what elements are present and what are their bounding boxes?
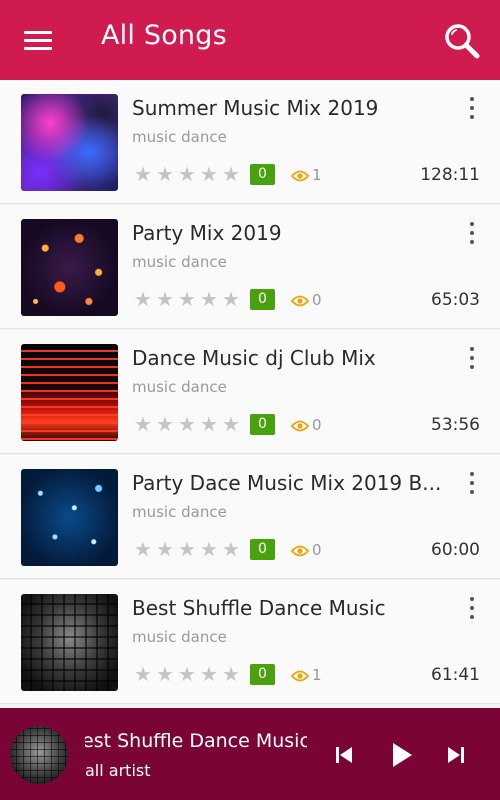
more-vertical-icon[interactable] [462,96,482,122]
mini-player[interactable]: Best Shuffle Dance Music all artist [0,708,500,800]
star-icon[interactable]: ★ [221,289,241,309]
rating-badge: 0 [250,164,275,185]
star-icon[interactable]: ★ [155,539,175,559]
star-icon[interactable]: ★ [221,164,241,184]
song-title: Summer Music Mix 2019 [132,96,379,120]
song-duration: 128:11 [420,165,480,185]
menu-icon[interactable] [24,28,54,52]
star-icon[interactable]: ★ [221,664,241,684]
star-icon[interactable]: ★ [155,414,175,434]
song-thumbnail [21,469,118,566]
song-duration: 61:41 [431,665,480,685]
star-icon[interactable]: ★ [199,539,219,559]
song-subtitle: music dance [132,253,227,271]
eye-icon [291,170,309,182]
eye-icon [291,670,309,682]
star-icon[interactable]: ★ [133,414,153,434]
song-subtitle: music dance [132,503,227,521]
skip-next-icon[interactable] [446,745,466,765]
song-thumbnail [21,219,118,316]
more-vertical-icon[interactable] [462,346,482,372]
view-count: 1 [312,166,322,184]
star-icon[interactable]: ★ [199,664,219,684]
eye-icon [291,295,309,307]
star-icon[interactable]: ★ [177,289,197,309]
song-duration: 60:00 [431,540,480,560]
view-count: 1 [312,666,322,684]
star-icon[interactable]: ★ [177,164,197,184]
star-rating[interactable]: ★ ★ ★ ★ ★ [133,664,241,684]
song-card[interactable]: Best Shuffle Dance Music music dance ★ ★… [0,580,500,704]
rating-badge: 0 [250,539,275,560]
song-duration: 65:03 [431,290,480,310]
star-rating[interactable]: ★ ★ ★ ★ ★ [133,164,241,184]
song-subtitle: music dance [132,128,227,146]
view-count: 0 [312,541,322,559]
more-vertical-icon[interactable] [462,471,482,497]
star-icon[interactable]: ★ [155,164,175,184]
star-rating[interactable]: ★ ★ ★ ★ ★ [133,289,241,309]
star-icon[interactable]: ★ [177,539,197,559]
star-icon[interactable]: ★ [199,164,219,184]
star-icon[interactable]: ★ [221,414,241,434]
song-title: Best Shuffle Dance Music [132,596,386,620]
player-album-art[interactable] [10,726,68,784]
star-icon[interactable]: ★ [177,414,197,434]
song-list[interactable]: Summer Music Mix 2019 music dance ★ ★ ★ … [0,80,500,708]
star-icon[interactable]: ★ [199,414,219,434]
song-card[interactable]: Summer Music Mix 2019 music dance ★ ★ ★ … [0,80,500,204]
skip-previous-icon[interactable] [334,745,354,765]
search-icon[interactable] [443,22,481,60]
rating-badge: 0 [250,414,275,435]
app-bar: All Songs [0,0,500,80]
rating-badge: 0 [250,664,275,685]
star-rating[interactable]: ★ ★ ★ ★ ★ [133,414,241,434]
song-title: Party Dace Music Mix 2019 B... [132,471,442,495]
star-rating[interactable]: ★ ★ ★ ★ ★ [133,539,241,559]
star-icon[interactable]: ★ [133,664,153,684]
view-count: 0 [312,291,322,309]
song-duration: 53:56 [431,415,480,435]
song-title: Dance Music dj Club Mix [132,346,376,370]
rating-badge: 0 [250,289,275,310]
player-title-marquee: Best Shuffle Dance Music [85,730,307,758]
play-icon[interactable] [390,741,414,769]
view-count: 0 [312,416,322,434]
song-card[interactable]: Dance Music dj Club Mix music dance ★ ★ … [0,330,500,454]
player-title: Best Shuffle Dance Music [85,730,307,752]
star-icon[interactable]: ★ [155,664,175,684]
song-card[interactable]: Party Dace Music Mix 2019 B... music dan… [0,455,500,579]
song-card[interactable]: Party Mix 2019 music dance ★ ★ ★ ★ ★ 0 0… [0,205,500,329]
more-vertical-icon[interactable] [462,596,482,622]
star-icon[interactable]: ★ [133,164,153,184]
song-thumbnail [21,594,118,691]
song-subtitle: music dance [132,378,227,396]
song-subtitle: music dance [132,628,227,646]
page-title: All Songs [101,20,227,51]
star-icon[interactable]: ★ [199,289,219,309]
eye-icon [291,420,309,432]
song-thumbnail [21,344,118,441]
star-icon[interactable]: ★ [133,539,153,559]
star-icon[interactable]: ★ [177,664,197,684]
more-vertical-icon[interactable] [462,221,482,247]
player-artist: all artist [85,761,151,780]
star-icon[interactable]: ★ [155,289,175,309]
star-icon[interactable]: ★ [133,289,153,309]
song-title: Party Mix 2019 [132,221,282,245]
song-thumbnail [21,94,118,191]
star-icon[interactable]: ★ [221,539,241,559]
eye-icon [291,545,309,557]
